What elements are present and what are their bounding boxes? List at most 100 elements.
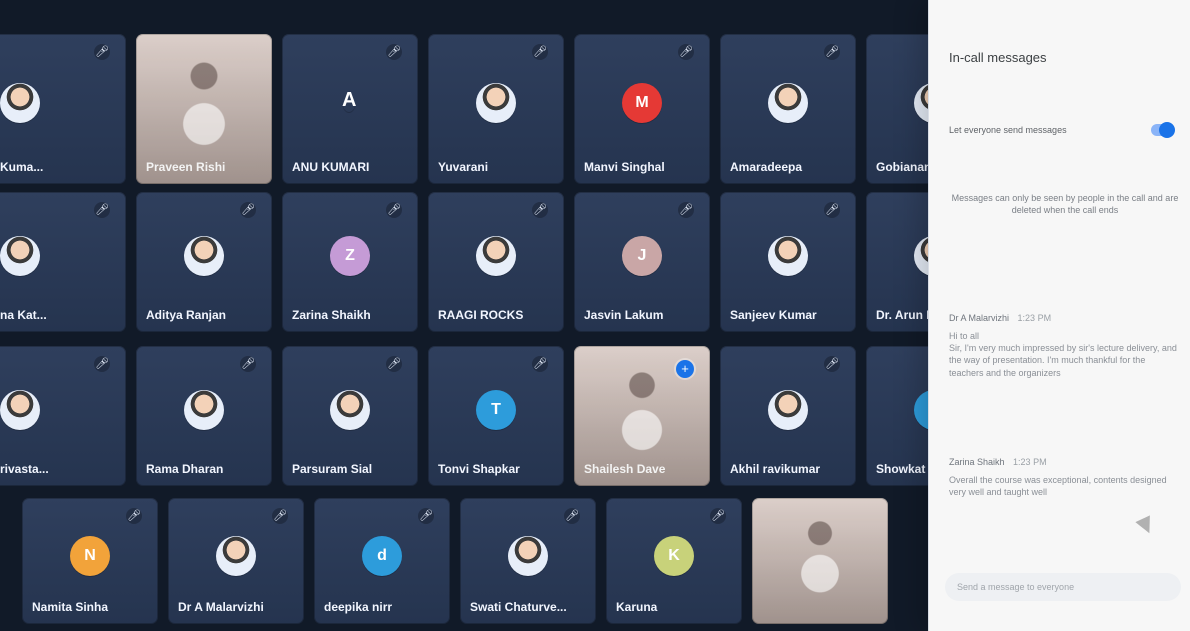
participant-tile[interactable]: 🎤︎ K Karuna xyxy=(606,498,742,624)
participant-name: ANU KUMARI xyxy=(292,160,370,174)
participant-avatar xyxy=(0,390,40,431)
participant-avatar: M xyxy=(622,83,662,123)
allow-messages-label: Let everyone send messages xyxy=(949,125,1067,135)
muted-mic-icon: 🎤︎ xyxy=(678,44,694,60)
participant-name: Akhil ravikumar xyxy=(730,462,821,476)
participant-tile[interactable]: 🎤︎ Amaradeepa xyxy=(720,34,856,184)
participant-tile[interactable]: 🎤︎ Aditya Ranjan xyxy=(136,192,272,332)
participant-tile[interactable]: 🎤︎ Akhil ravikumar xyxy=(720,346,856,486)
participant-name: deepika nirr xyxy=(324,600,393,614)
participant-avatar xyxy=(184,390,224,431)
muted-mic-icon: 🎤︎ xyxy=(564,508,580,524)
participant-tile[interactable]: Praveen Rishi xyxy=(136,34,272,184)
participant-avatar xyxy=(184,236,224,277)
muted-mic-icon: 🎤︎ xyxy=(240,356,256,372)
participant-avatar: J xyxy=(622,236,662,277)
participant-name: Praveen Rishi xyxy=(146,160,226,174)
participant-tile[interactable] xyxy=(752,498,888,624)
muted-mic-icon: 🎤︎ xyxy=(272,508,288,524)
participant-tile[interactable]: 🎤︎ M Manvi Singhal xyxy=(574,34,710,184)
participant-name: Zarina Shaikh xyxy=(292,308,371,322)
participant-avatar xyxy=(216,535,256,576)
muted-mic-icon: 🎤︎ xyxy=(710,508,726,524)
participant-avatar xyxy=(768,83,808,123)
participant-name: Dr A Malarvizhi xyxy=(178,600,264,614)
muted-mic-icon: 🎤︎ xyxy=(678,202,694,218)
participant-name: Karuna xyxy=(616,600,658,614)
participant-tile[interactable]: 🎤︎ T Tonvi Shapkar xyxy=(428,346,564,486)
muted-mic-icon: 🎤︎ xyxy=(532,44,548,60)
muted-mic-icon: 🎤︎ xyxy=(240,202,256,218)
message-1-text: Hi to all Sir, I'm very much impressed b… xyxy=(949,331,1177,378)
participant-name: Namita Sinha xyxy=(32,600,109,614)
message-2-sender: Zarina Shaikh xyxy=(949,457,1005,467)
participant-avatar xyxy=(914,83,928,123)
participant-avatar: d xyxy=(362,535,402,576)
participant-name: Parsuram Sial xyxy=(292,462,373,476)
participant-tile[interactable]: 🎤︎ Kuma... xyxy=(0,34,126,184)
participant-avatar xyxy=(768,390,808,431)
message-2-text: Overall the course was exceptional, cont… xyxy=(949,475,1167,498)
participant-tile[interactable]: 🎤︎ na Kat... xyxy=(0,192,126,332)
participant-tile[interactable]: + Shailesh Dave xyxy=(574,346,710,486)
muted-mic-icon: 🎤︎ xyxy=(532,202,548,218)
participant-tile[interactable]: 🎤︎ N Namita Sinha xyxy=(22,498,158,624)
participant-avatar: A xyxy=(342,89,357,111)
participant-avatar xyxy=(330,390,370,431)
participant-tile[interactable]: 🎤︎ Swati Chaturve... xyxy=(460,498,596,624)
participant-tile[interactable]: 🎤︎ Parsuram Sial xyxy=(282,346,418,486)
participant-name: Rama Dharan xyxy=(146,462,224,476)
muted-mic-icon: 🎤︎ xyxy=(532,356,548,372)
participant-tile[interactable]: 🎤︎ RAAGI ROCKS xyxy=(428,192,564,332)
participant-tile[interactable]: 🎤︎SShowkat Ahma... xyxy=(866,346,928,486)
muted-mic-icon: 🎤︎ xyxy=(386,44,402,60)
participant-avatar: K xyxy=(654,535,694,576)
allow-messages-toggle[interactable] xyxy=(1151,122,1175,138)
participant-name: Gobianand Kup... xyxy=(876,160,928,174)
participant-tile[interactable]: 🎤︎ d deepika nirr xyxy=(314,498,450,624)
participant-tile[interactable]: 🎤︎Gobianand Kup... xyxy=(866,34,928,184)
participant-tile[interactable]: 🎤︎ Yuvarani xyxy=(428,34,564,184)
participant-name: Showkat Ahma... xyxy=(876,462,928,476)
allow-messages-row: Let everyone send messages xyxy=(949,122,1181,138)
muted-mic-icon: 🎤︎ xyxy=(126,508,142,524)
muted-mic-icon: 🎤︎ xyxy=(386,202,402,218)
muted-mic-icon: 🎤︎ xyxy=(824,44,840,60)
participant-tile[interactable]: 🎤︎ J Jasvin Lakum xyxy=(574,192,710,332)
message-input-placeholder: Send a message to everyone xyxy=(957,582,1075,592)
participant-name: Tonvi Shapkar xyxy=(438,462,520,476)
participant-tile[interactable]: 🎤︎ A ANU KUMARI xyxy=(282,34,418,184)
participant-avatar xyxy=(914,236,928,277)
muted-mic-icon: 🎤︎ xyxy=(94,356,110,372)
muted-mic-icon: 🎤︎ xyxy=(418,508,434,524)
participant-avatar xyxy=(476,236,516,277)
participant-video xyxy=(752,498,888,624)
muted-mic-icon: 🎤︎ xyxy=(386,356,402,372)
participant-name: Shailesh Dave xyxy=(584,462,666,476)
participant-name: Swati Chaturve... xyxy=(470,600,567,614)
participant-tile[interactable]: 🎤︎ Sanjeev Kumar xyxy=(720,192,856,332)
participant-name: rivasta... xyxy=(0,462,49,476)
participant-avatar xyxy=(508,535,548,576)
pin-icon[interactable]: + xyxy=(676,360,694,378)
participant-name: Yuvarani xyxy=(438,160,489,174)
in-call-messages-panel: In-call messages Let everyone send messa… xyxy=(928,0,1190,631)
participant-avatar xyxy=(0,83,40,123)
participant-name: Kuma... xyxy=(0,160,44,174)
participant-tile[interactable]: 🎤︎Dr. Arun Kumar xyxy=(866,192,928,332)
muted-mic-icon: 🎤︎ xyxy=(824,202,840,218)
participant-tile[interactable]: 🎤︎ Dr A Malarvizhi xyxy=(168,498,304,624)
message-1-sender: Dr A Malarvizhi xyxy=(949,313,1010,323)
muted-mic-icon: 🎤︎ xyxy=(94,202,110,218)
participant-tile[interactable]: 🎤︎ Rama Dharan xyxy=(136,346,272,486)
participant-name: Jasvin Lakum xyxy=(584,308,664,322)
muted-mic-icon: 🎤︎ xyxy=(824,356,840,372)
message-input[interactable]: Send a message to everyone xyxy=(945,573,1181,601)
participant-tile[interactable]: 🎤︎ Z Zarina Shaikh xyxy=(282,192,418,332)
meeting-screen: 🎤︎ Kuma... Praveen Rishi 🎤︎ A ANU KUMARI 🎤︎ Yuv… xyxy=(0,0,1190,631)
participant-avatar: S xyxy=(914,390,928,431)
participant-name: Manvi Singhal xyxy=(584,160,665,174)
participant-avatar xyxy=(0,236,40,277)
participant-name: Sanjeev Kumar xyxy=(730,308,817,322)
participant-tile[interactable]: 🎤︎ rivasta... xyxy=(0,346,126,486)
